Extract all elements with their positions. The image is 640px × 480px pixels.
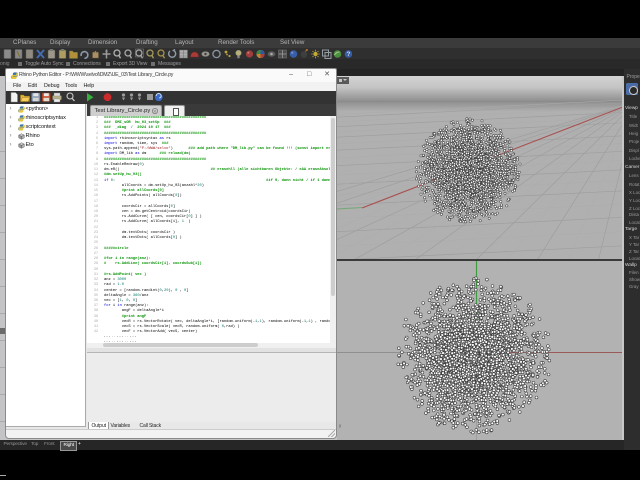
- svg-text:?: ?: [347, 52, 351, 58]
